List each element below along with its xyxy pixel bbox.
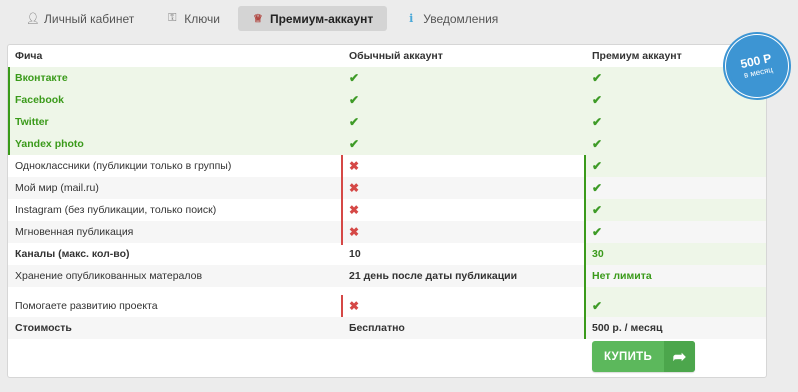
table-row: Помогаете развитию проекта ✖ ✔ xyxy=(8,295,766,317)
table-row: Мой мир (mail.ru) ✖ ✔ xyxy=(8,177,766,199)
header-premium: Премиум аккаунт xyxy=(592,50,682,62)
check-icon: ✔ xyxy=(592,93,603,107)
check-icon: ✔ xyxy=(349,71,360,85)
tab-label: Личный кабинет xyxy=(44,11,135,26)
check-icon: ✔ xyxy=(592,225,603,239)
user-icon: 👤︎ xyxy=(26,13,40,25)
premium-value: Нет лимита xyxy=(592,270,652,282)
table-row: Instagram (без публикации, только поиск)… xyxy=(8,199,766,221)
premium-value: 30 xyxy=(592,248,604,260)
table-row: Twitter ✔ ✔ xyxy=(8,111,766,133)
cross-icon: ✖ xyxy=(349,159,360,173)
basic-missing-indicator xyxy=(341,295,343,317)
tabs-bar: 👤︎ Личный кабинет ⚿ Ключи ♕ Премиум-акка… xyxy=(12,6,512,32)
share-arrow-icon: ➦ xyxy=(664,341,695,372)
tab-label: Премиум-аккаунт xyxy=(269,11,374,26)
tab-label: Уведомления xyxy=(423,11,499,26)
table-row-cost: Стоимость Бесплатно 500 р. / месяц xyxy=(8,317,766,339)
check-icon: ✔ xyxy=(592,71,603,85)
check-icon: ✔ xyxy=(592,115,603,129)
premium-value: 500 р. / месяц xyxy=(592,322,663,334)
info-icon: i xyxy=(409,12,414,25)
check-icon: ✔ xyxy=(349,93,360,107)
check-icon: ✔ xyxy=(592,159,603,173)
feature-label: Стоимость xyxy=(15,322,72,334)
buy-button-label: КУПИТЬ xyxy=(603,350,653,363)
comparison-table: Фича Обычный аккаунт Премиум аккаунт Вко… xyxy=(7,44,767,378)
check-icon: ✔ xyxy=(592,299,603,313)
feature-label: Вконтакте xyxy=(15,72,68,84)
cross-icon: ✖ xyxy=(349,181,360,195)
check-icon: ✔ xyxy=(592,137,603,151)
feature-label: Каналы (макс. кол-во) xyxy=(15,248,130,260)
feature-label: Одноклассники (публикции только в группы… xyxy=(15,160,232,172)
tab-premium-account[interactable]: ♕ Премиум-аккаунт xyxy=(237,6,388,31)
check-icon: ✔ xyxy=(349,115,360,129)
cross-icon: ✖ xyxy=(349,203,360,217)
feature-label: Хранение опубликованных матералов xyxy=(15,270,203,282)
basic-value: 10 xyxy=(349,248,361,260)
table-row: Facebook ✔ ✔ xyxy=(8,89,766,111)
key-icon: ⚿ xyxy=(168,12,177,24)
feature-label: Yandex photo xyxy=(15,138,84,150)
feature-label: Facebook xyxy=(15,94,65,106)
social-rows-indicator xyxy=(8,67,10,155)
tab-notifications[interactable]: i Уведомления xyxy=(391,6,512,31)
table-row: Мгновенная публикация ✖ ✔ xyxy=(8,221,766,243)
cross-icon: ✖ xyxy=(349,299,360,313)
premium-included-indicator xyxy=(584,155,586,339)
table-row: Каналы (макс. кол-во) 10 30 xyxy=(8,243,766,265)
cross-icon: ✖ xyxy=(349,225,360,239)
feature-label: Помогаете развитию проекта xyxy=(15,300,158,312)
table-header: Фича Обычный аккаунт Премиум аккаунт xyxy=(8,45,766,67)
tab-personal-cabinet[interactable]: 👤︎ Личный кабинет xyxy=(12,6,148,31)
tab-keys[interactable]: ⚿ Ключи xyxy=(152,6,234,31)
feature-label: Мой мир (mail.ru) xyxy=(15,182,99,194)
feature-label: Instagram (без публикации, только поиск) xyxy=(15,204,217,216)
table-row: Одноклассники (публикции только в группы… xyxy=(8,155,766,177)
check-icon: ✔ xyxy=(349,137,360,151)
feature-label: Twitter xyxy=(15,116,49,128)
table-row: Вконтакте ✔ ✔ xyxy=(8,67,766,89)
tab-label: Ключи xyxy=(184,11,220,26)
basic-value: 21 день после даты публикации xyxy=(349,270,518,282)
table-row: Хранение опубликованных матералов 21 ден… xyxy=(8,265,766,287)
basic-value: Бесплатно xyxy=(349,322,405,334)
table-row: Yandex photo ✔ ✔ xyxy=(8,133,766,155)
check-icon: ✔ xyxy=(592,203,603,217)
buy-button[interactable]: КУПИТЬ ➦ xyxy=(592,341,695,372)
header-basic: Обычный аккаунт xyxy=(349,50,443,62)
basic-missing-indicator xyxy=(341,155,343,245)
trophy-icon: ♕ xyxy=(253,13,263,25)
check-icon: ✔ xyxy=(592,181,603,195)
feature-label: Мгновенная публикация xyxy=(15,226,134,238)
header-feature: Фича xyxy=(15,50,43,62)
